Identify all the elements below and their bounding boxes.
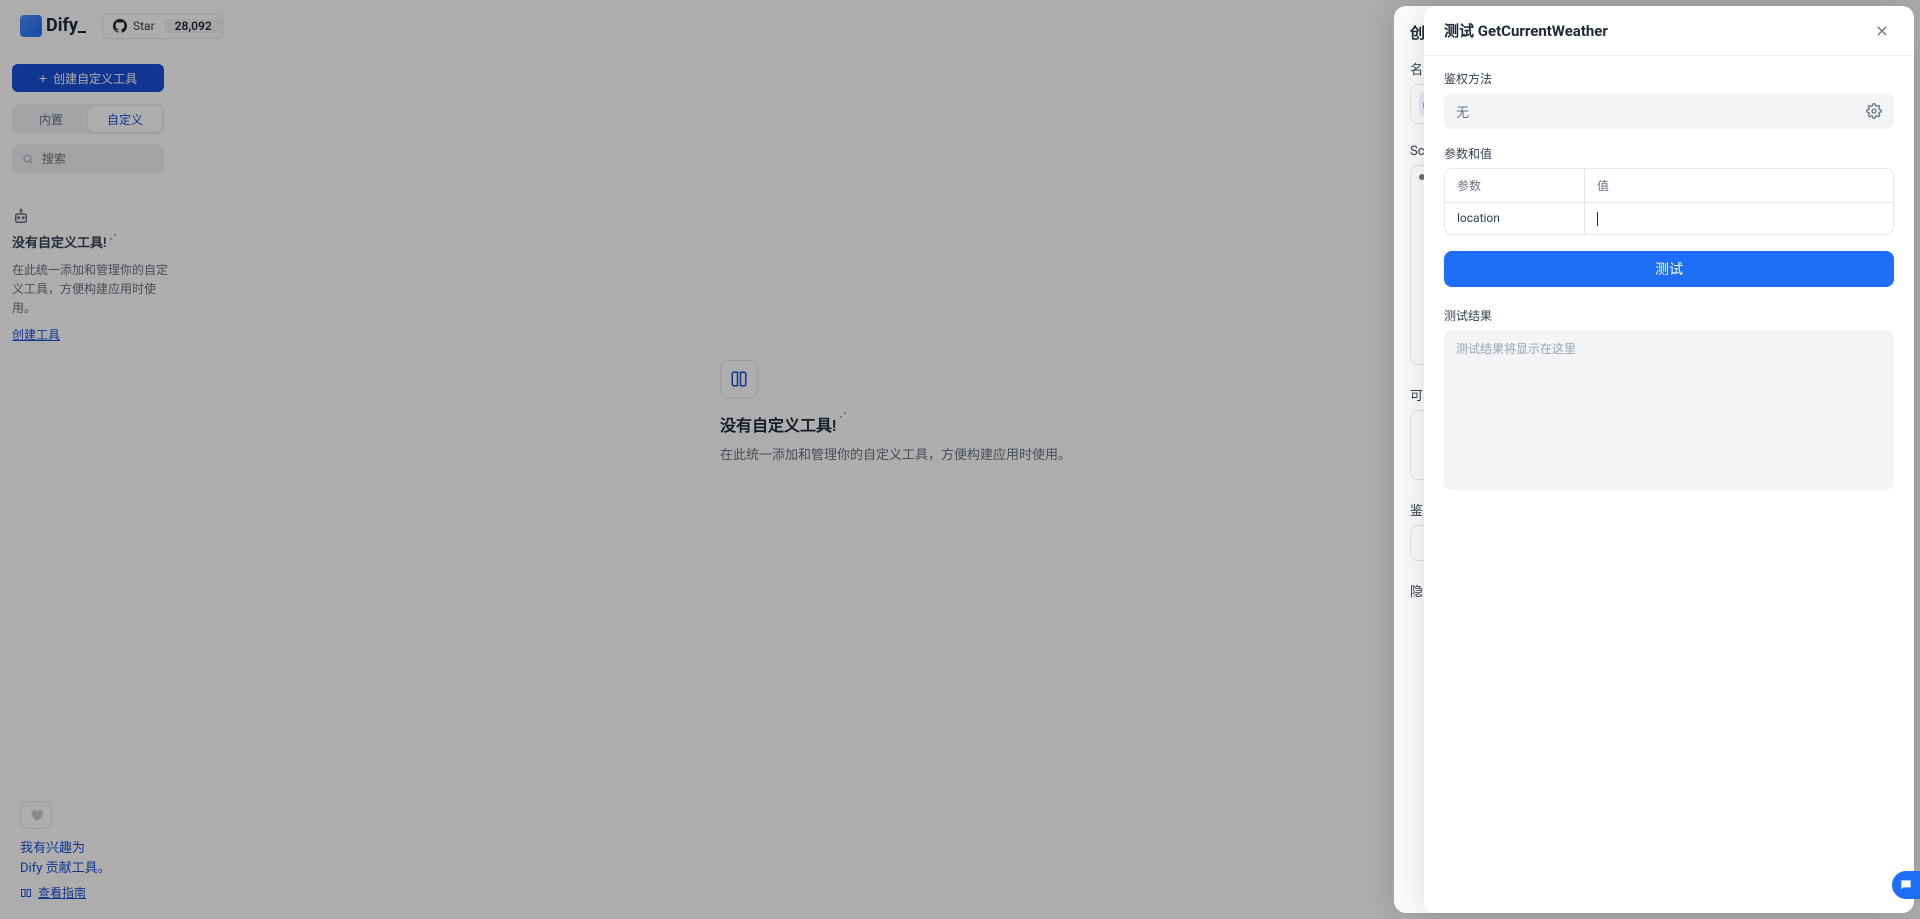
- test-button[interactable]: 测试: [1444, 251, 1894, 287]
- auth-method-value: 无: [1456, 102, 1469, 121]
- help-fab[interactable]: [1892, 871, 1920, 899]
- results-placeholder: 测试结果将显示在这里: [1456, 342, 1576, 356]
- param-row-location: location: [1445, 203, 1893, 234]
- panel-title: 测试 GetCurrentWeather: [1444, 20, 1608, 41]
- param-name-cell: location: [1445, 203, 1585, 234]
- results-label: 测试结果: [1444, 307, 1894, 324]
- gear-icon: [1866, 103, 1882, 119]
- close-icon: [1874, 23, 1890, 39]
- params-table: 参数 值 location: [1444, 168, 1894, 235]
- panel-header: 测试 GetCurrentWeather: [1424, 6, 1914, 56]
- results-area: 测试结果将显示在这里: [1444, 330, 1894, 490]
- params-label: 参数和值: [1444, 145, 1894, 162]
- close-button[interactable]: [1870, 19, 1894, 43]
- param-value-input[interactable]: [1585, 203, 1893, 234]
- auth-settings-button[interactable]: [1866, 103, 1882, 119]
- panel-body: 鉴权方法 无 参数和值 参数 值 location: [1424, 56, 1914, 913]
- test-tool-panel: 测试 GetCurrentWeather 鉴权方法 无 参数和值 参数 值 l: [1424, 6, 1914, 913]
- chat-icon: [1899, 878, 1913, 892]
- auth-method-selector[interactable]: 无: [1444, 93, 1894, 129]
- th-param: 参数: [1445, 169, 1585, 202]
- text-cursor: [1597, 212, 1598, 226]
- th-value: 值: [1585, 169, 1893, 202]
- auth-method-label: 鉴权方法: [1444, 70, 1894, 87]
